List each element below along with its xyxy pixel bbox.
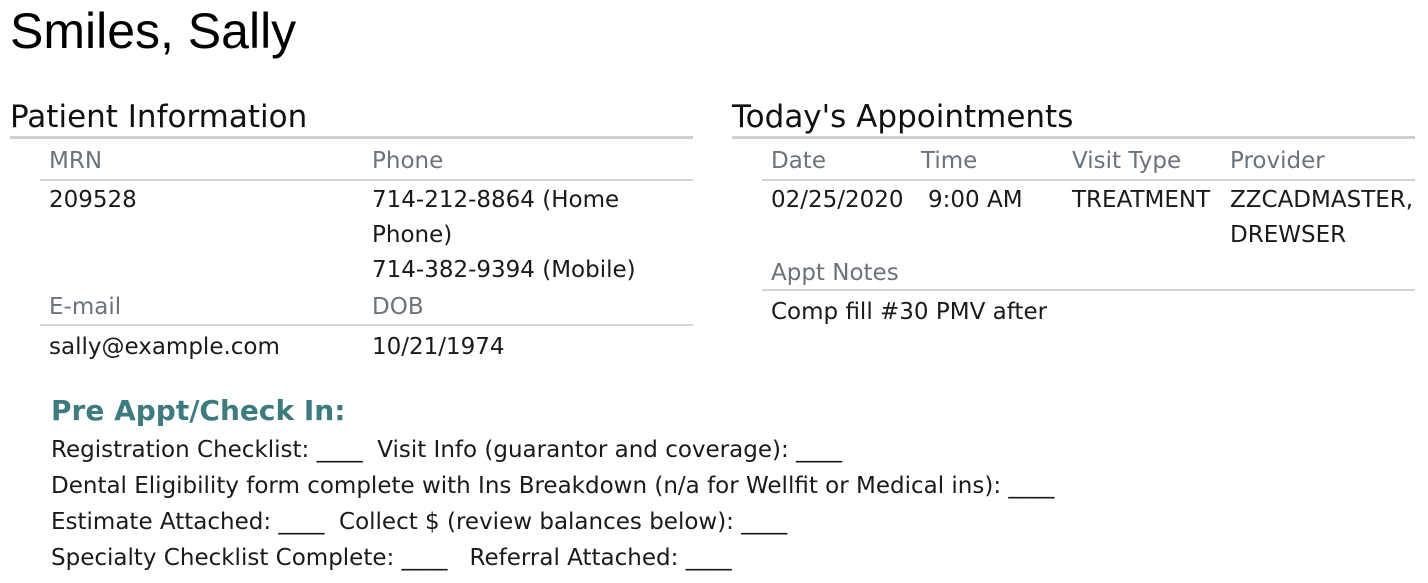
appt-notes-rule xyxy=(762,289,1415,291)
pre-appt-heading: Pre Appt/Check In: xyxy=(51,394,346,427)
appointments-rule xyxy=(732,136,1415,139)
appt-provider-line-2: DREWSER xyxy=(1230,222,1347,248)
appt-notes-value: Comp fill #30 PMV after xyxy=(771,299,1048,325)
phone-label: Phone xyxy=(372,148,444,174)
pre-appt-line-4: Specialty Checklist Complete: ____ Refer… xyxy=(51,545,732,571)
appt-col-time: Time xyxy=(921,148,978,174)
dob-label: DOB xyxy=(372,294,424,320)
appt-provider-line-1: ZZCADMASTER, xyxy=(1230,187,1414,213)
patient-name: Smiles, Sally xyxy=(10,3,297,59)
mrn-value: 209528 xyxy=(49,187,137,213)
email-value: sally@example.com xyxy=(49,334,280,360)
appt-col-date: Date xyxy=(771,148,826,174)
appt-notes-label: Appt Notes xyxy=(771,260,899,286)
appt-visit-type: TREATMENT xyxy=(1072,187,1211,213)
appt-time: 9:00 AM xyxy=(928,187,1023,213)
appt-col-visit-type: Visit Type xyxy=(1072,148,1182,174)
patient-info-row-rule xyxy=(40,324,693,326)
phone-line-3: 714-382-9394 (Mobile) xyxy=(372,257,636,283)
patient-info-heading: Patient Information xyxy=(10,99,308,135)
appt-col-provider: Provider xyxy=(1230,148,1325,174)
dob-value: 10/21/1974 xyxy=(372,334,505,360)
pre-appt-line-2: Dental Eligibility form complete with In… xyxy=(51,473,1055,499)
appt-header-rule xyxy=(762,179,1415,181)
phone-line-1: 714-212-8864 (Home xyxy=(372,187,620,213)
phone-line-2: Phone) xyxy=(372,222,453,248)
email-label: E-mail xyxy=(49,294,122,320)
patient-info-header-rule xyxy=(40,179,693,181)
mrn-label: MRN xyxy=(49,148,103,174)
pre-appt-line-1: Registration Checklist: ____ Visit Info … xyxy=(51,437,843,463)
patient-info-rule xyxy=(10,136,693,139)
appt-date: 02/25/2020 xyxy=(771,187,904,213)
appointments-heading: Today's Appointments xyxy=(732,99,1074,135)
pre-appt-line-3: Estimate Attached: ____ Collect $ (revie… xyxy=(51,509,788,535)
